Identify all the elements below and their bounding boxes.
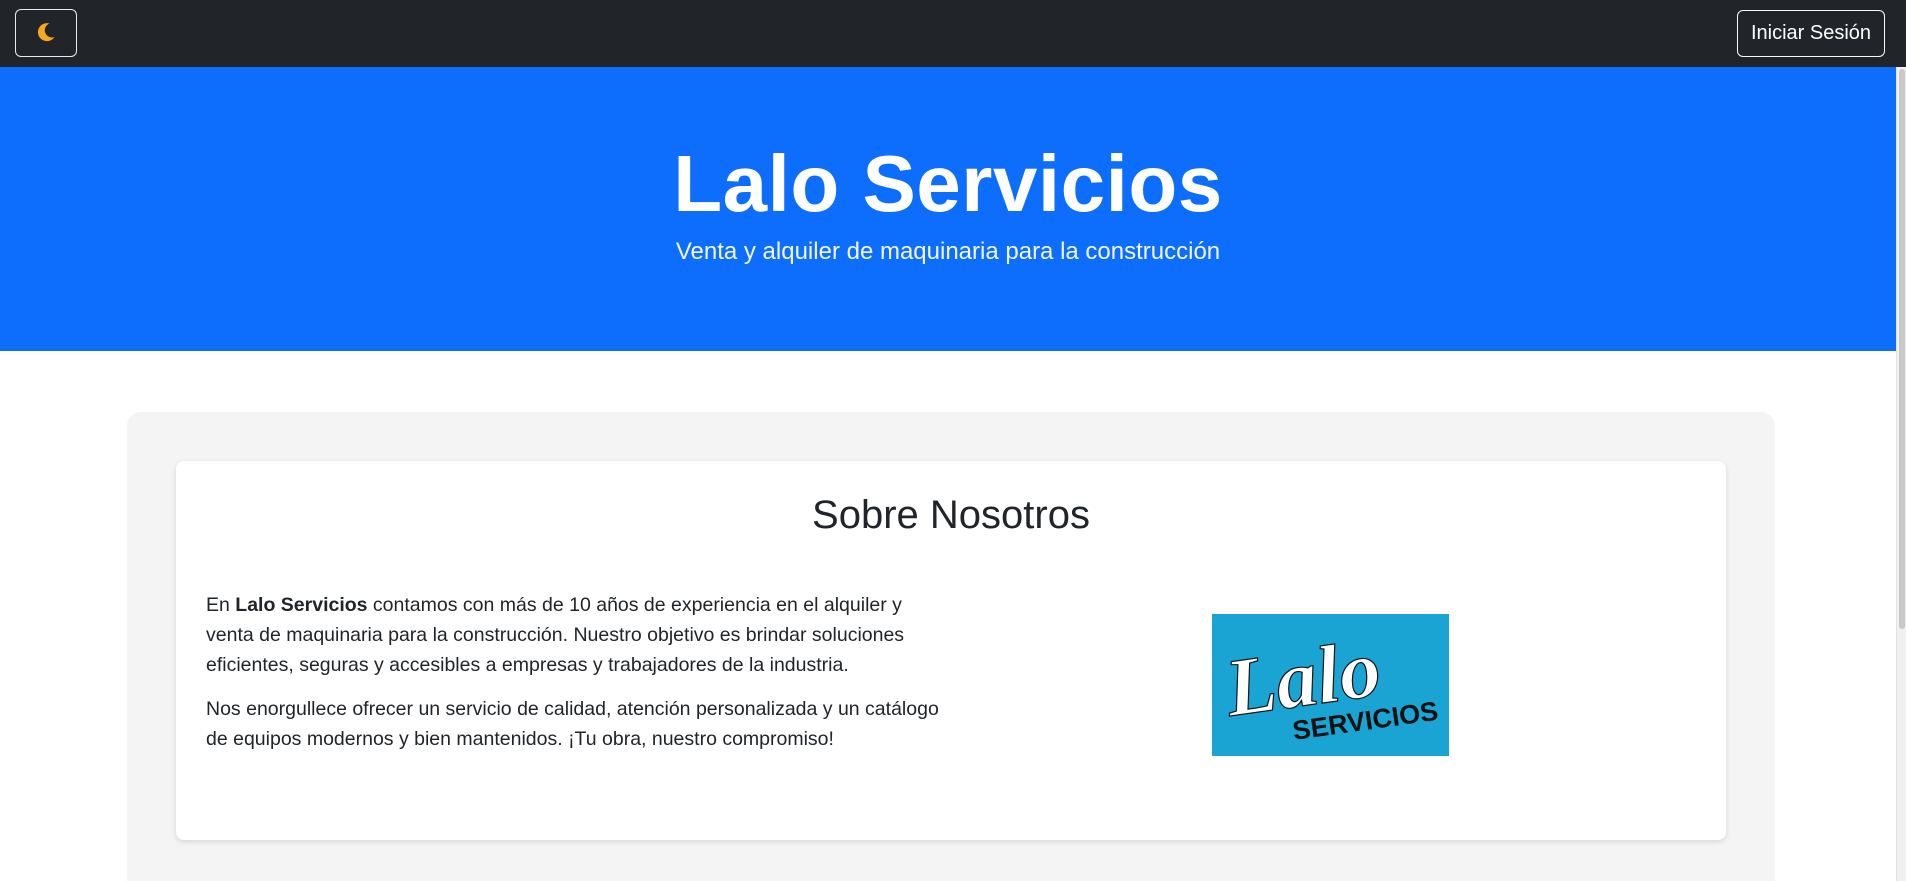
about-p1-prefix: En — [206, 594, 236, 616]
page-scrollbar[interactable] — [1896, 67, 1906, 881]
about-text: En Lalo Servicios contamos con más de 10… — [206, 590, 946, 768]
theme-toggle-button[interactable] — [15, 9, 77, 57]
hero-title: Lalo Servicios — [673, 139, 1223, 228]
hero-banner: Lalo Servicios Venta y alquiler de maqui… — [0, 67, 1896, 351]
about-card: Sobre Nosotros En Lalo Servicios contamo… — [176, 461, 1726, 840]
hero-subtitle: Venta y alquiler de maquinaria para la c… — [675, 238, 1221, 265]
top-navbar: Iniciar Sesión — [0, 0, 1906, 67]
moon-icon — [34, 20, 58, 47]
about-paragraph-2: Nos enorgullece ofrecer un servicio de c… — [206, 698, 939, 750]
scrollbar-thumb[interactable] — [1899, 69, 1905, 629]
about-brand-name: Lalo Servicios — [235, 594, 368, 616]
about-paragraph-1: En Lalo Servicios contamos con más de 10… — [206, 590, 946, 680]
login-button[interactable]: Iniciar Sesión — [1737, 10, 1885, 57]
about-title: Sobre Nosotros — [812, 493, 1090, 537]
lalo-servicios-logo: Lalo SERVICIOS — [1212, 614, 1449, 756]
page: Iniciar Sesión Lalo Servicios Venta y al… — [0, 0, 1906, 881]
about-section: Sobre Nosotros En Lalo Servicios contamo… — [127, 412, 1775, 881]
